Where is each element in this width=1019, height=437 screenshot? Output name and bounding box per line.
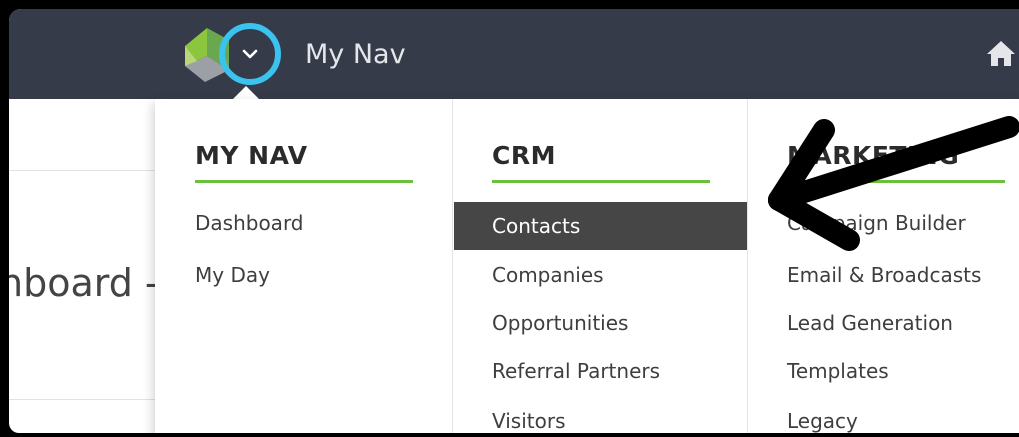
menu-item-my-day[interactable]: My Day: [155, 251, 452, 299]
heading-underline: [492, 180, 710, 183]
menu-column-crm: CRM Contacts Companies Opportunities Ref…: [452, 99, 748, 433]
chevron-down-icon: [242, 49, 258, 59]
menu-item-lead-generation[interactable]: Lead Generation: [747, 299, 1019, 347]
home-icon[interactable]: [986, 39, 1016, 67]
menu-item-dashboard[interactable]: Dashboard: [155, 199, 452, 247]
menu-item-opportunities[interactable]: Opportunities: [452, 299, 747, 347]
menu-item-companies[interactable]: Companies: [452, 251, 747, 299]
menu-item-campaign-builder[interactable]: Campaign Builder: [747, 199, 1019, 247]
column-heading-my-nav: MY NAV: [195, 141, 308, 170]
dropdown-caret: [232, 86, 260, 100]
top-navigation-bar: My Nav: [9, 9, 1019, 99]
heading-underline: [195, 180, 413, 183]
menu-item-referral-partners[interactable]: Referral Partners: [452, 347, 747, 395]
menu-item-contacts[interactable]: Contacts: [454, 202, 747, 250]
menu-item-legacy[interactable]: Legacy: [747, 397, 1019, 433]
menu-column-my-nav: MY NAV Dashboard My Day: [155, 99, 453, 433]
nav-dropdown-menu: MY NAV Dashboard My Day CRM Contacts Com…: [155, 99, 1019, 433]
heading-underline: [787, 180, 1005, 183]
menu-item-templates[interactable]: Templates: [747, 347, 1019, 395]
column-heading-crm: CRM: [492, 141, 556, 170]
app-window: My Nav hboard - MY NAV Dashboard My Day …: [9, 9, 1019, 433]
menu-column-marketing: MARKETING Campaign Builder Email & Broad…: [747, 99, 1019, 433]
nav-title: My Nav: [305, 39, 406, 70]
screenshot-frame: My Nav hboard - MY NAV Dashboard My Day …: [0, 0, 1019, 437]
page-title: hboard -: [9, 261, 159, 305]
nav-menu-toggle[interactable]: [219, 23, 281, 85]
column-heading-marketing: MARKETING: [787, 141, 960, 170]
menu-item-email-broadcasts[interactable]: Email & Broadcasts: [747, 251, 1019, 299]
menu-item-visitors[interactable]: Visitors: [452, 397, 747, 433]
